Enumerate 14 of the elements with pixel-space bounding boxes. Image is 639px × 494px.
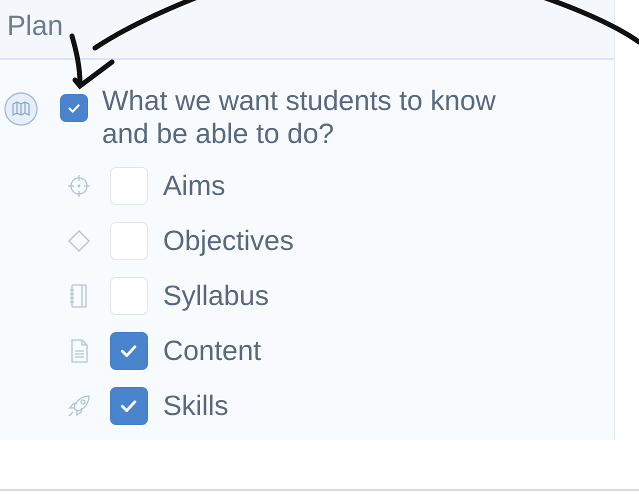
item-label: Skills — [163, 390, 228, 422]
panel-title: Plan — [7, 10, 64, 41]
item-label: Objectives — [163, 224, 294, 256]
map-icon — [4, 92, 38, 126]
item-label: Syllabus — [163, 280, 269, 312]
checkbox[interactable] — [60, 94, 88, 122]
crosshair-icon — [66, 172, 92, 198]
diamond-icon — [66, 228, 92, 254]
item-label: What we want students to know and be able to do? — [102, 84, 497, 150]
item-label: Aims — [163, 170, 226, 202]
item-label: Content — [163, 334, 262, 366]
checkbox[interactable] — [110, 332, 148, 370]
checkbox[interactable] — [110, 386, 148, 424]
rocket-icon — [66, 392, 92, 418]
